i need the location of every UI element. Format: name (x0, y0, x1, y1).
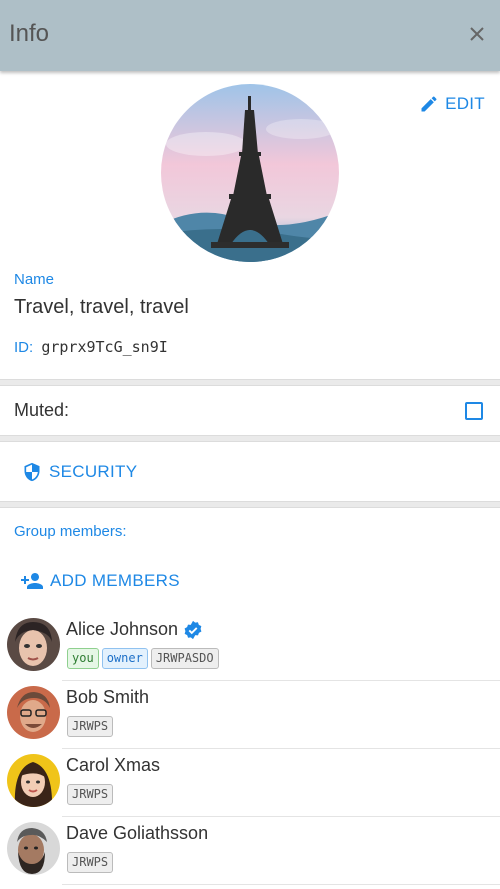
add-members-button[interactable]: ADD MEMBERS (20, 571, 180, 591)
member-row[interactable]: Bob Smith JRWPS (0, 681, 500, 749)
group-name: Travel, travel, travel (14, 296, 189, 318)
badge-you: you (67, 648, 99, 669)
member-name: Bob Smith (66, 687, 150, 707)
add-person-icon (21, 573, 43, 589)
add-members-label: ADD MEMBERS (50, 571, 180, 590)
member-row[interactable]: Carol Xmas JRWPS (0, 749, 500, 817)
id-value: grprx9TcG_sn9I (41, 338, 168, 356)
row-separator (62, 884, 500, 885)
group-id: ID: grprx9TcG_sn9I (14, 338, 168, 356)
edit-label: EDIT (445, 94, 485, 113)
badge-owner: owner (101, 648, 148, 669)
divider (0, 501, 500, 508)
divider (0, 435, 500, 442)
security-label: SECURITY (49, 462, 138, 481)
title-bar: Info (0, 0, 500, 71)
permissions-badge: JRWPS (67, 784, 114, 805)
security-button[interactable]: SECURITY (22, 461, 137, 483)
group-members-label: Group members: (14, 523, 127, 540)
avatar (7, 686, 60, 739)
muted-checkbox[interactable] (465, 402, 483, 420)
permissions-badge: JRWPASDO (150, 648, 219, 669)
edit-button[interactable]: EDIT (419, 94, 485, 114)
muted-label: Muted: (14, 400, 70, 420)
permissions-badge: JRWPS (67, 852, 114, 873)
member-name: Carol Xmas (66, 755, 161, 775)
divider (0, 379, 500, 386)
id-label: ID: (14, 339, 34, 356)
shield-icon (24, 462, 40, 482)
page-title: Info (9, 20, 50, 47)
verified-icon (184, 620, 202, 639)
member-name: Alice Johnson (66, 619, 179, 639)
close-icon[interactable] (467, 24, 487, 44)
member-name: Dave Goliathsson (66, 823, 209, 843)
member-row[interactable]: Dave Goliathsson JRWPS (0, 817, 500, 885)
member-row[interactable]: Alice Johnson you owner JRWPASDO (0, 613, 500, 681)
pencil-icon (421, 96, 437, 112)
avatar (7, 754, 60, 807)
avatar (7, 618, 60, 671)
group-avatar (161, 84, 339, 262)
name-label: Name (14, 271, 55, 288)
avatar (7, 822, 60, 875)
permissions-badge: JRWPS (67, 716, 114, 737)
